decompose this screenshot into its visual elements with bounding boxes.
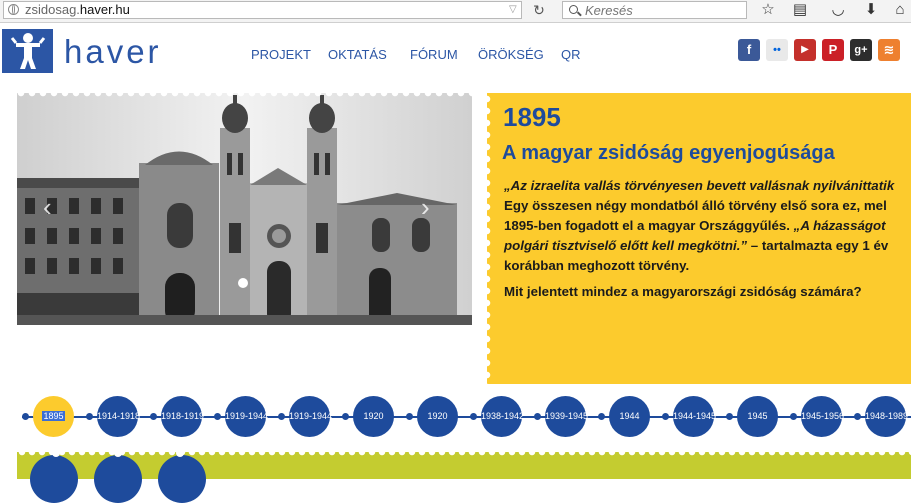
timeline-item-label: 1919-1944 — [225, 411, 269, 421]
desc-line-3: 1895-ben fogadott el a magyar Országgyűl… — [504, 218, 794, 233]
timeline-next-row-bullet[interactable] — [158, 455, 206, 503]
timeline-dot — [854, 413, 861, 420]
timeline-connector-dot — [52, 449, 60, 457]
search-icon — [569, 5, 578, 14]
timeline-item[interactable]: 1919-1944 — [225, 396, 269, 437]
timeline-dot — [534, 413, 541, 420]
timeline-item[interactable]: 1944 — [609, 396, 650, 437]
photo-gallery — [17, 93, 472, 325]
youtube-icon[interactable]: ▶ — [794, 39, 816, 61]
pocket-icon[interactable]: ◡ — [827, 0, 849, 20]
timeline-dot — [342, 413, 349, 420]
quote-3: polgári tisztviselő előtt kell megkötni.… — [504, 238, 748, 253]
timeline-dot — [790, 413, 797, 420]
quote-2: „A házasságot — [793, 218, 886, 233]
quote-1: „Az izraelita vallás törvényesen bevett … — [504, 178, 895, 193]
timeline-item[interactable]: 1945 — [737, 396, 778, 437]
event-panel: 1895 A magyar zsidóság egyenjogúsága „Az… — [487, 93, 911, 384]
desc-line-5: korábban meghozott törvény. — [504, 258, 690, 273]
timeline-item[interactable]: 1919-1944 — [289, 396, 333, 437]
reload-icon[interactable]: ↻ — [530, 2, 548, 18]
home-icon[interactable]: ⌂ — [889, 0, 911, 20]
event-year: 1895 — [503, 102, 561, 132]
timeline-next-row-bullet[interactable] — [30, 455, 78, 503]
nav-orokseg[interactable]: ÖRÖKSÉG — [478, 47, 544, 62]
nav-projekt[interactable]: PROJEKT — [251, 47, 311, 62]
timeline-item[interactable]: 1918-1919 — [161, 396, 205, 437]
timeline-item[interactable]: 1895 — [33, 396, 74, 437]
url-text[interactable]: zsidosag.haver.hu — [25, 2, 130, 18]
browser-toolbar: zsidosag.haver.hu ▽ ↻ ☆ ▤ ◡ ⬇ ⌂ — [0, 0, 911, 23]
gallery-pager-dot[interactable] — [238, 278, 248, 288]
timeline-dot — [150, 413, 157, 420]
nav-forum[interactable]: FÓRUM — [410, 47, 458, 62]
timeline-next-row-bullet[interactable] — [94, 455, 142, 503]
facebook-icon[interactable]: f — [738, 39, 760, 61]
timeline-connector-dot — [176, 449, 184, 457]
timeline-item[interactable]: 1920 — [353, 396, 394, 437]
timeline-item[interactable]: 1948-1989 — [865, 396, 909, 437]
flickr-icon[interactable]: •• — [766, 39, 788, 61]
globe-icon — [8, 4, 19, 15]
timeline-item-label: 1919-1944 — [289, 411, 333, 421]
haver-logo[interactable] — [2, 29, 53, 73]
nav-qr[interactable]: QR — [561, 47, 581, 62]
timeline-dot — [406, 413, 413, 420]
timeline-item-label: 1920 — [363, 411, 384, 421]
event-description: „Az izraelita vallás törvényesen bevett … — [504, 176, 911, 276]
gallery-scallop-edge — [17, 93, 472, 100]
google-plus-icon[interactable]: g+ — [850, 39, 872, 61]
timeline-dot — [86, 413, 93, 420]
timeline-dot — [214, 413, 221, 420]
gallery-next-icon[interactable]: › — [421, 192, 430, 223]
search-input[interactable] — [585, 2, 740, 18]
bookmark-star-icon[interactable]: ☆ — [757, 0, 779, 20]
timeline-item-label: 1895 — [42, 411, 65, 421]
timeline-item-label: 1948-1989 — [865, 411, 909, 421]
timeline-connector-dot — [114, 449, 122, 457]
download-icon[interactable]: ⬇ — [860, 0, 882, 20]
timeline-scallop-edge — [17, 452, 911, 458]
desc-line-2: Egy összesen négy mondatból álló törvény… — [504, 198, 887, 213]
pinterest-icon[interactable]: P — [822, 39, 844, 61]
timeline-item[interactable]: 1945-1956 — [801, 396, 845, 437]
search-box[interactable] — [562, 1, 747, 19]
url-dropdown-icon[interactable]: ▽ — [509, 2, 517, 18]
timeline-item-label: 1944-1945 — [673, 411, 717, 421]
gallery-prev-icon[interactable]: ‹ — [43, 192, 52, 223]
timeline-item-label: 1918-1919 — [161, 411, 205, 421]
address-bar[interactable]: zsidosag.haver.hu ▽ — [3, 1, 522, 19]
timeline-dot — [470, 413, 477, 420]
timeline-item-label: 1920 — [427, 411, 448, 421]
timeline-item[interactable]: 1914-1918 — [97, 396, 141, 437]
brand-name[interactable]: haver — [64, 30, 162, 74]
reading-list-icon[interactable]: ▤ — [789, 0, 811, 20]
panel-scallop-edge — [487, 93, 491, 384]
timeline-dot — [726, 413, 733, 420]
desc-line-4: – tartalmazta egy 1 év — [747, 238, 889, 253]
timeline-item-label: 1939-1945 — [545, 411, 589, 421]
timeline-item-label: 1945 — [747, 411, 768, 421]
timeline-item[interactable]: 1939-1945 — [545, 396, 589, 437]
timeline-dot — [662, 413, 669, 420]
timeline-dot — [278, 413, 285, 420]
timeline-item[interactable]: 1944-1945 — [673, 396, 717, 437]
timeline-item-label: 1945-1956 — [801, 411, 845, 421]
event-question: Mit jelentett mindez a magyarországi zsi… — [504, 284, 862, 299]
synagogue-photo — [17, 93, 472, 325]
timeline-item-label: 1914-1918 — [97, 411, 141, 421]
timeline-item[interactable]: 1938-1942 — [481, 396, 525, 437]
event-title: A magyar zsidóság egyenjogúsága — [502, 142, 835, 164]
timeline-item-label: 1944 — [619, 411, 640, 421]
timeline-dot — [22, 413, 29, 420]
nav-oktatas[interactable]: OKTATÁS — [328, 47, 387, 62]
timeline-item-label: 1938-1942 — [481, 411, 525, 421]
rss-icon[interactable]: ≋ — [878, 39, 900, 61]
timeline-item[interactable]: 1920 — [417, 396, 458, 437]
timeline-dot — [598, 413, 605, 420]
